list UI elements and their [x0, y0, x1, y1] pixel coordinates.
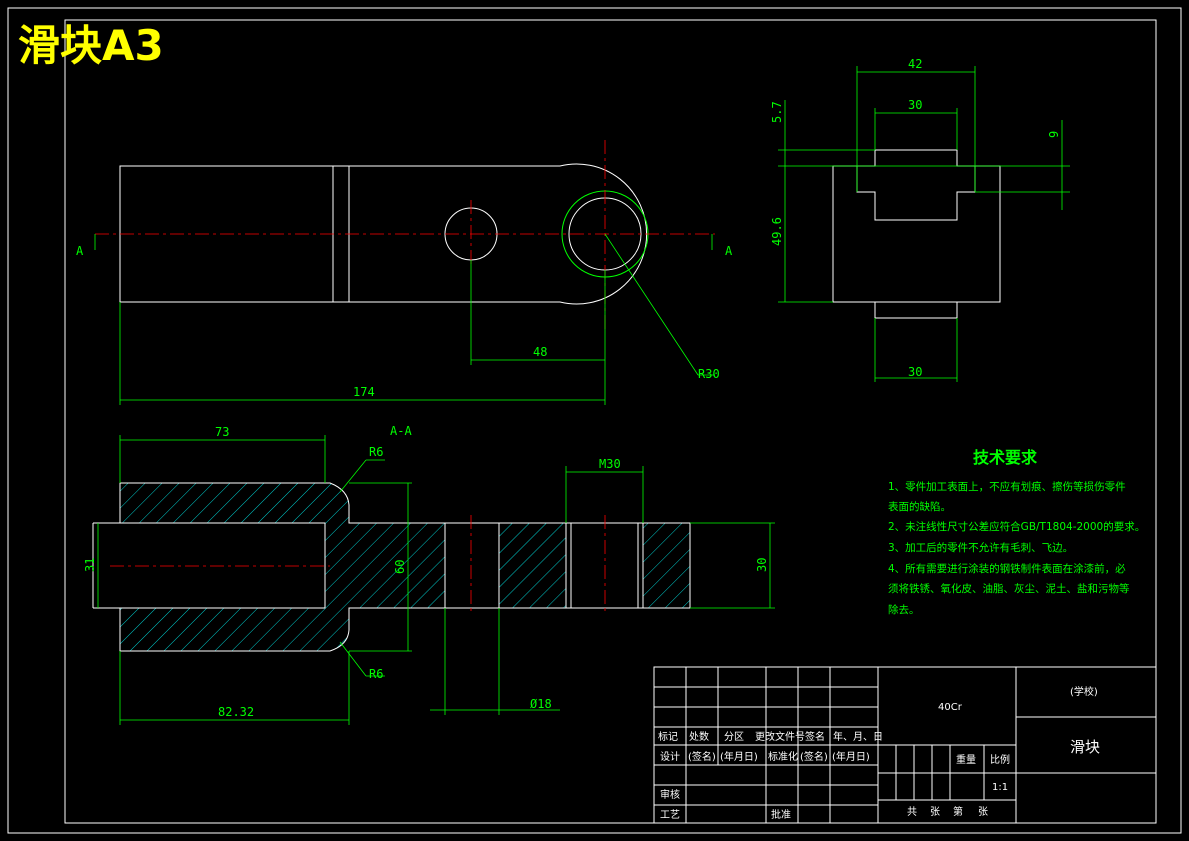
tech-line: 3、加工后的零件不允许有毛刺、飞边。	[888, 541, 1073, 554]
tech-line: 1、零件加工表面上，不应有划痕、擦伤等损伤零件	[888, 480, 1126, 493]
dim-r6-bottom: R6	[369, 667, 383, 681]
dim-42: 42	[908, 57, 922, 71]
outer-frame	[7, 7, 1182, 834]
tech-line: 表面的缺陷。	[888, 500, 951, 513]
tb-scale-label: 比例	[990, 753, 1010, 766]
tb-sign: 设计	[660, 750, 680, 763]
dim-31: 31	[83, 558, 97, 572]
cut-label-right: A	[725, 244, 733, 258]
tech-line: 4、所有需要进行涂装的钢铁制件表面在涂漆前，必	[888, 562, 1126, 575]
dim-r6-top: R6	[369, 445, 383, 459]
tech-heading: 技术要求	[973, 448, 1038, 467]
drawing-title: 滑块A3	[18, 21, 164, 70]
dim-82-32: 82.32	[218, 705, 254, 719]
section-hatch-mid	[498, 522, 567, 609]
tb-sheets: 第	[953, 805, 963, 818]
tb-sign: (年月日)	[832, 750, 870, 763]
dim-d18: Ø18	[530, 697, 552, 711]
side-dims	[778, 66, 1070, 382]
tb-sheets: 张	[930, 806, 940, 818]
section-hatch-right	[642, 522, 691, 609]
tb-sheets: 张	[978, 806, 988, 818]
tb-sign: (年月日)	[720, 750, 758, 763]
tb-weight-label: 重量	[956, 753, 976, 766]
tb-process: 工艺	[660, 809, 680, 821]
cut-label-left: A	[76, 244, 84, 258]
tb-material: 40Cr	[938, 702, 963, 713]
dim-5-7: 5.7	[770, 101, 784, 123]
tb-label: 标记	[658, 731, 678, 743]
tb-school: (学校)	[1070, 685, 1098, 698]
tb-sheets: 共	[907, 806, 917, 818]
drawing-canvas: 滑块A3 48 174 R30 A A 42 30 5.7 9 49.6 30 …	[7, 7, 1182, 834]
dim-49-6: 49.6	[770, 217, 784, 246]
dim-73: 73	[215, 425, 229, 439]
dim-m30: M30	[599, 457, 621, 471]
tb-part-name: 滑块	[1070, 738, 1100, 756]
tb-sign: 标准化	[768, 750, 798, 763]
tech-line: 2、未注线性尺寸公差应符合GB/T1804-2000的要求。	[888, 520, 1145, 533]
tb-review: 审核	[660, 788, 680, 801]
tb-label: 签名	[805, 730, 825, 743]
section-label: A-A	[390, 424, 412, 438]
tb-label: 分区	[724, 731, 744, 743]
dim-30-right: 30	[755, 558, 769, 572]
dim-30-top: 30	[908, 98, 922, 112]
tb-approve: 批准	[771, 808, 791, 821]
dim-30-bottom: 30	[908, 365, 922, 379]
tech-line: 除去。	[888, 603, 920, 616]
dim-174: 174	[353, 385, 375, 399]
tb-label: 年、月、日	[833, 730, 883, 743]
inner-frame	[64, 19, 1157, 824]
dim-48: 48	[533, 345, 547, 359]
tb-label: 更改文件号	[755, 730, 805, 743]
dim-9: 9	[1047, 131, 1061, 138]
tb-scale: 1:1	[992, 782, 1008, 793]
tech-line: 须将铁锈、氧化皮、油脂、灰尘、泥土、盐和污物等	[888, 582, 1130, 595]
tb-label: 处数	[689, 730, 709, 743]
dim-60: 60	[393, 560, 407, 574]
tb-sign: (签名)	[800, 750, 828, 763]
tb-sign: (签名)	[688, 750, 716, 763]
dim-r30: R30	[698, 367, 720, 381]
front-dims	[94, 233, 715, 405]
